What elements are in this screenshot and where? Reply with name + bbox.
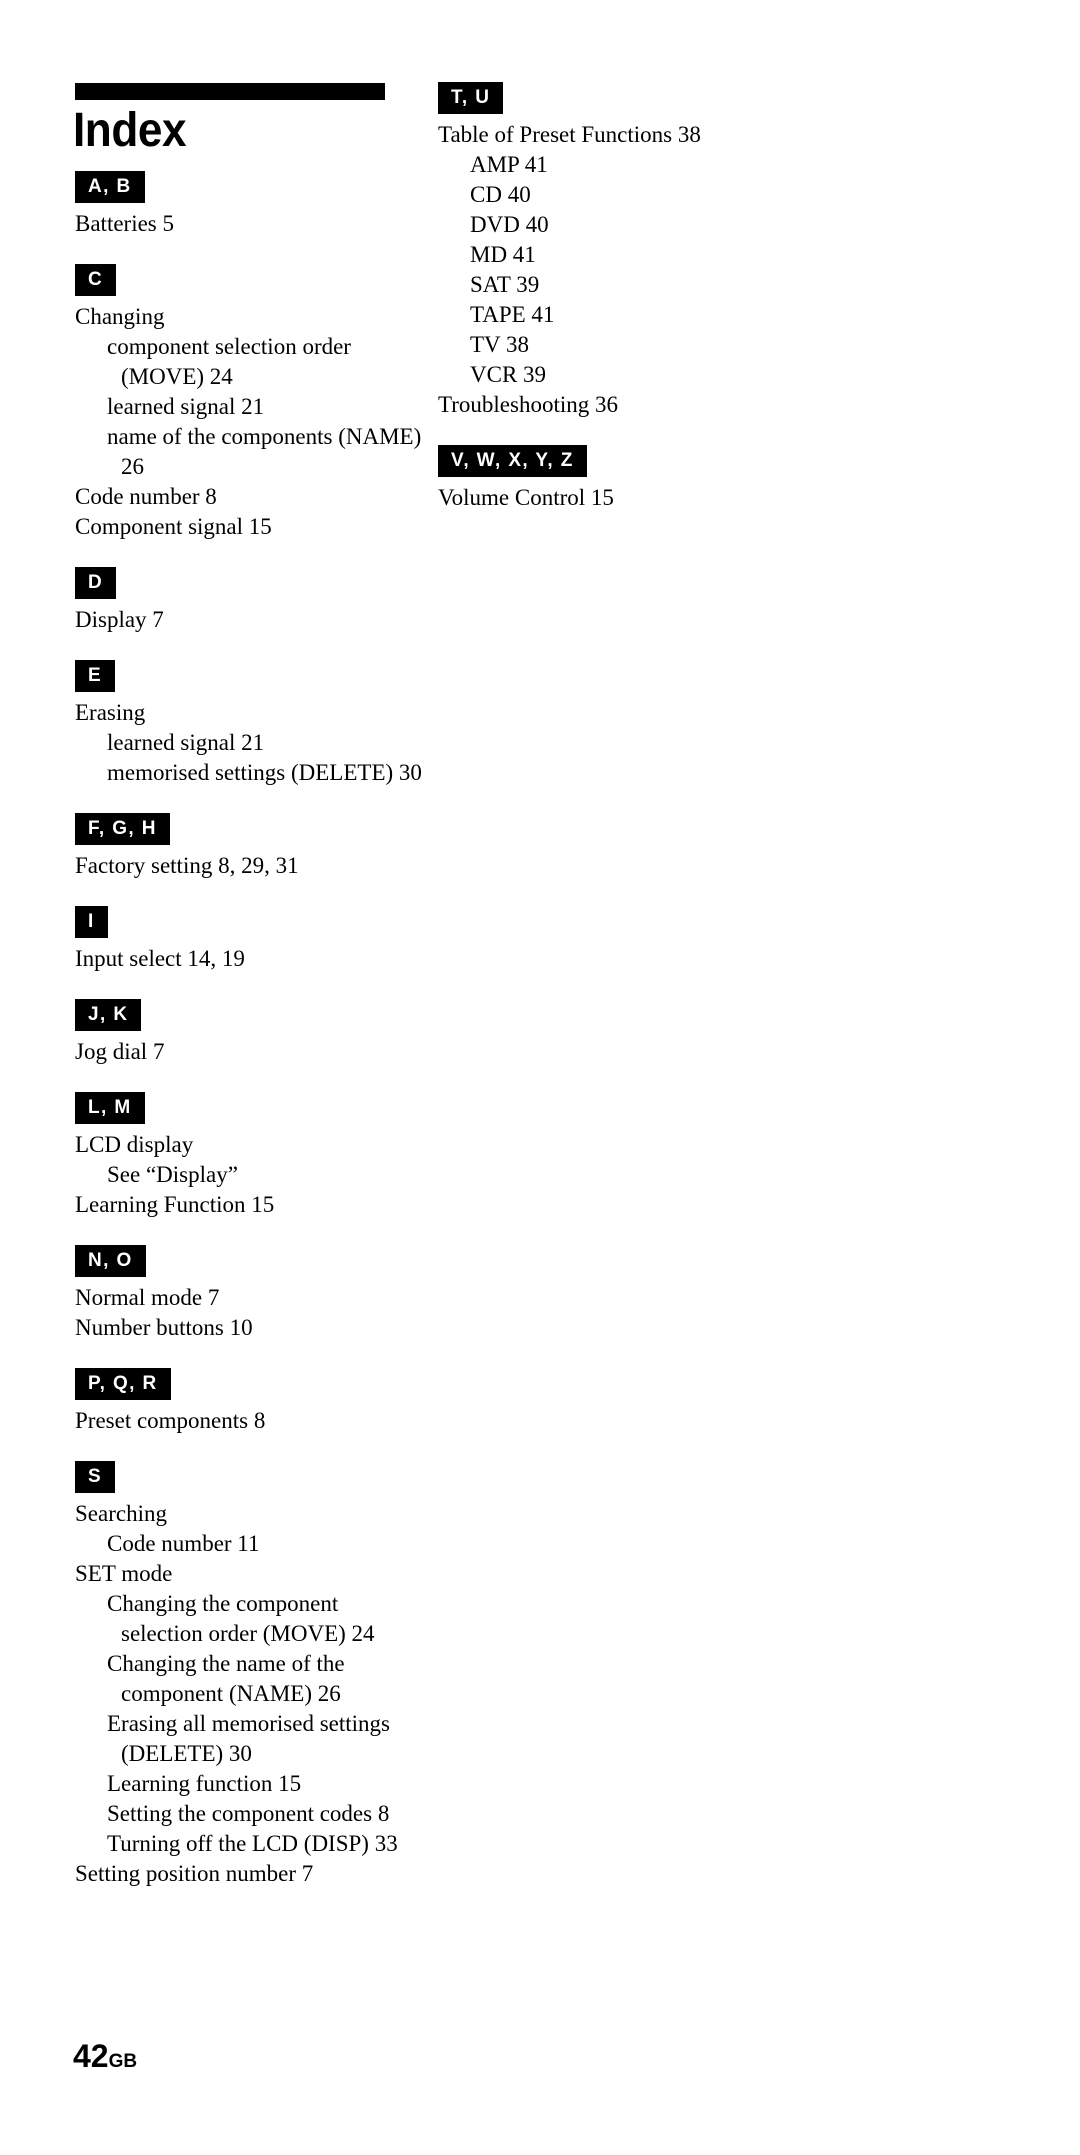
index-letter-heading: L, M [75,1092,145,1124]
index-entry: Learning Function 15 [75,1192,275,1217]
index-entry: SET mode [75,1561,173,1586]
index-letter-group: C Changing component selection order (MOVE)… [75,264,435,542]
page-number: 42 [73,2038,109,2074]
index-letter-heading: N, O [75,1245,146,1277]
index-entry: Erasing [75,700,146,725]
index-entry: TV 38 [470,332,529,357]
index-letter-group: D Display 7 [75,567,435,635]
index-entry: Turning off the LCD (DISP) 33 [107,1831,398,1856]
index-entry: Preset components 8 [75,1408,266,1433]
index-letter-heading: I [75,906,108,938]
index-letter-group: N, O Normal mode 7 Number buttons 10 [75,1245,435,1343]
index-entry: DVD 40 [470,212,549,237]
index-entry: Volume Control 15 [438,485,614,510]
index-entry: SAT 39 [470,272,540,297]
index-entry: LCD display [75,1132,194,1157]
index-entry: component selection order [107,334,351,359]
index-entry: Learning function 15 [107,1771,302,1796]
index-entry: Factory setting 8, 29, 31 [75,853,299,878]
index-entry: VCR 39 [470,362,547,387]
index-entry-list: Erasing learned signal 21 memorised settin… [75,698,435,788]
index-entry: Troubleshooting 36 [438,392,618,417]
index-entry-list: Factory setting 8, 29, 31 [75,851,435,881]
index-entry-list: Searching Code number 11 SET mode Changing … [75,1499,435,1889]
index-entry-list: Preset components 8 [75,1406,435,1436]
index-entry: Code number 8 [75,484,217,509]
index-entry: AMP 41 [470,152,548,177]
index-letter-group: T, U Table of Preset Functions 38 AMP 41 CD… [438,82,798,420]
index-entry: Component signal 15 [75,514,272,539]
index-entry: 26 [121,454,144,479]
index-letter-heading: S [75,1461,116,1493]
index-entry: (MOVE) 24 [121,364,233,389]
index-entry: selection order (MOVE) 24 [121,1621,375,1646]
index-entry: memorised settings (DELETE) 30 [107,760,422,785]
index-entry-list: LCD display See “Display” Learning Functio… [75,1130,435,1220]
index-entry: Setting the component codes 8 [107,1801,390,1826]
index-entry-list: Table of Preset Functions 38 AMP 41 CD 40 D… [438,120,798,420]
index-letter-heading: P, Q, R [75,1368,171,1400]
index-letter-group: F, G, H Factory setting 8, 29, 31 [75,813,435,881]
index-entry: Table of Preset Functions 38 [438,122,701,147]
index-entry-list: Volume Control 15 [438,483,798,513]
index-entry: Display 7 [75,607,164,632]
index-entry-list: Batteries 5 [75,209,435,239]
index-entry: Changing the component [107,1591,339,1616]
index-entry: Erasing all memorised settings [107,1711,390,1736]
index-letter-heading: V, W, X, Y, Z [438,445,587,477]
index-entry: CD 40 [470,182,531,207]
index-letter-group: V, W, X, Y, Z Volume Control 15 [438,445,798,513]
index-entry: component (NAME) 26 [121,1681,341,1706]
index-entry: Searching [75,1501,167,1526]
region-code: GB [108,2051,138,2072]
index-entry: Changing [75,304,165,329]
index-letter-heading: E [75,660,116,692]
index-letter-group: J, K Jog dial 7 [75,999,435,1067]
index-entry: Batteries 5 [75,211,174,236]
index-letter-group: E Erasing learned signal 21 memorised setti… [75,660,435,788]
index-column-left: A, B Batteries 5 C Changing component select… [75,0,435,1889]
index-entry: learned signal 21 [107,730,265,755]
index-entry: TAPE 41 [470,302,555,327]
index-entry: learned signal 21 [107,394,265,419]
index-entry: Number buttons 10 [75,1315,253,1340]
index-letter-heading: F, G, H [75,813,170,845]
index-letter-heading: J, K [75,999,142,1031]
index-entry-list: Input select 14, 19 [75,944,435,974]
index-entry-list: Changing component selection order (MOVE) … [75,302,435,542]
index-entry: MD 41 [470,242,536,267]
index-letter-group: P, Q, R Preset components 8 [75,1368,435,1436]
index-entry-list: Normal mode 7 Number buttons 10 [75,1283,435,1343]
index-letter-group: L, M LCD display See “Display” Learning Fun… [75,1092,435,1220]
index-page: Index A, B Batteries 5 C Changing component … [0,0,1080,2155]
index-entry: Jog dial 7 [75,1039,165,1064]
page-footer: 42GB [73,2040,137,2072]
index-letter-group: A, B Batteries 5 [75,171,435,239]
index-letter-heading: D [75,567,117,599]
index-letter-group: S Searching Code number 11 SET mode Changing… [75,1461,435,1889]
index-column-right: T, U Table of Preset Functions 38 AMP 41 CD… [438,0,798,513]
index-letter-group: I Input select 14, 19 [75,906,435,974]
index-entry: See “Display” [107,1162,238,1187]
index-entry-list: Display 7 [75,605,435,635]
index-letter-heading: A, B [75,171,145,203]
index-entry: Changing the name of the [107,1651,345,1676]
index-entry-list: Jog dial 7 [75,1037,435,1067]
index-letter-heading: T, U [438,82,504,114]
index-letter-heading: C [75,264,117,296]
index-entry: Input select 14, 19 [75,946,245,971]
index-entry: Normal mode 7 [75,1285,220,1310]
index-entry: Code number 11 [107,1531,260,1556]
index-entry: Setting position number 7 [75,1861,314,1886]
index-entry: (DELETE) 30 [121,1741,252,1766]
index-entry: name of the components (NAME) [107,424,422,449]
